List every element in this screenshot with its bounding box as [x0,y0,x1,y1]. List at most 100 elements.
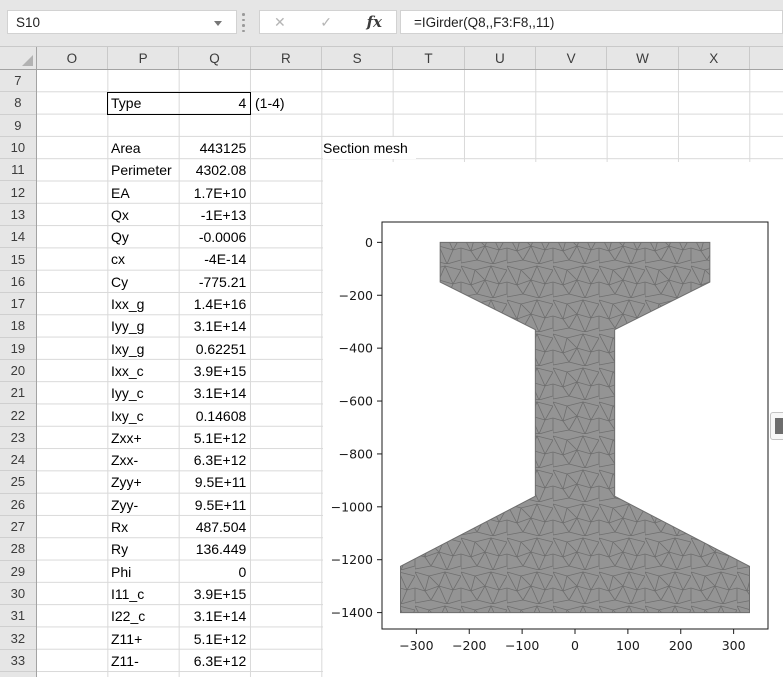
cell-P14-label[interactable]: Qy [111,226,177,248]
cell-P18-label[interactable]: Iyy_g [111,315,177,337]
cell-Q31-value[interactable]: 3.1E+14 [179,605,247,627]
column-header-P[interactable]: P [108,47,180,69]
cell-R8-note[interactable]: (1-4) [255,92,285,114]
chart-side-handle[interactable] [770,412,783,440]
cell-P11-label[interactable]: Perimeter [111,159,177,181]
cell-P26-label[interactable]: Zyy- [111,494,177,516]
cell-P28-label[interactable]: Ry [111,538,177,560]
column-header-S[interactable]: S [322,47,394,69]
cell-Q27-value[interactable]: 487.504 [179,516,247,538]
row-header-9[interactable]: 9 [0,115,36,137]
column-header-T[interactable]: T [393,47,465,69]
insert-function-icon[interactable]: fx [367,13,382,31]
name-box[interactable]: S10 [7,10,237,34]
row-header-11[interactable]: 11 [0,159,36,182]
row-header-26[interactable]: 26 [0,494,36,516]
cell-Q8-value[interactable]: 4 [179,92,247,114]
cell-Q20-value[interactable]: 3.9E+15 [179,360,247,382]
cell-Q13-value[interactable]: -1E+13 [179,204,247,226]
cell-Q29-value[interactable]: 0 [179,561,247,583]
row-header-22[interactable]: 22 [0,404,36,427]
cell-Q14-value[interactable]: -0.0006 [179,226,246,248]
cell-P33-label[interactable]: Z11- [111,650,177,672]
row-header-24[interactable]: 24 [0,449,36,472]
row-header-8[interactable]: 8 [0,92,36,115]
cancel-icon[interactable]: ✕ [274,14,286,31]
column-header-Q[interactable]: Q [179,47,251,69]
cell-P17-label[interactable]: Ixx_g [111,293,177,315]
formula-input[interactable]: =IGirder(Q8,,F3:F8,,11) [400,10,783,34]
cell-P12-label[interactable]: EA [111,182,177,204]
cell-Q33-value[interactable]: 6.3E+12 [179,650,247,672]
cell-P8-label[interactable]: Type [111,92,177,114]
cell-Q22-value[interactable]: 0.14608 [179,405,247,427]
row-header-30[interactable]: 30 [0,583,36,606]
row-header-27[interactable]: 27 [0,516,36,539]
cell-P23-label[interactable]: Zxx+ [111,427,177,449]
column-header-W[interactable]: W [607,47,679,69]
row-header-21[interactable]: 21 [0,382,36,405]
column-header-V[interactable]: V [536,47,608,69]
cell-P21-label[interactable]: Iyy_c [111,382,177,404]
cell-P31-label[interactable]: I22_c [111,605,177,627]
row-header-25[interactable]: 25 [0,471,36,494]
column-header-R[interactable]: R [251,47,322,69]
row-header-32[interactable]: 32 [0,627,36,650]
row-header-29[interactable]: 29 [0,561,36,583]
row-header-33[interactable]: 33 [0,650,36,673]
row-header-19[interactable]: 19 [0,338,36,360]
column-header-partial[interactable] [750,47,783,69]
row-header-20[interactable]: 20 [0,360,36,383]
cell-Q19-value[interactable]: 0.62251 [179,338,247,360]
cell-Q32-value[interactable]: 5.1E+12 [179,628,247,650]
cell-P25-label[interactable]: Zyy+ [111,471,177,493]
cell-Q11-value[interactable]: 4302.08 [179,159,247,181]
column-header-U[interactable]: U [465,47,536,69]
cell-Q17-value[interactable]: 1.4E+16 [179,293,247,315]
chart-side-handle-thumb[interactable] [775,418,783,434]
cell-Q24-value[interactable]: 6.3E+12 [179,449,247,471]
cell-P34-label[interactable]: Z22+ [111,672,177,677]
cell-Q18-value[interactable]: 3.1E+14 [179,315,247,337]
row-header-23[interactable]: 23 [0,427,36,450]
enter-icon[interactable]: ✓ [320,14,332,31]
cell-P15-label[interactable]: cx [111,248,177,270]
cell-P19-label[interactable]: Ixy_g [111,338,177,360]
cell-Q12-value[interactable]: 1.7E+10 [179,182,247,204]
row-header-31[interactable]: 31 [0,605,36,628]
cell-Q23-value[interactable]: 5.1E+12 [179,427,247,449]
cell-Q25-value[interactable]: 9.5E+11 [179,471,247,493]
cell-P30-label[interactable]: I11_c [111,583,177,605]
row-header-15[interactable]: 15 [0,248,36,271]
cell-P10-label[interactable]: Area [111,137,177,159]
row-header-28[interactable]: 28 [0,538,36,561]
cell-P27-label[interactable]: Rx [111,516,177,538]
cell-Q34-value[interactable]: 9.5E+11 [179,672,247,677]
column-header-X[interactable]: X [679,47,750,69]
cell-P32-label[interactable]: Z11+ [111,628,177,650]
cell-Q26-value[interactable]: 9.5E+11 [179,494,247,516]
row-header-34[interactable]: 34 [0,672,36,677]
select-all-button[interactable] [0,47,37,70]
cell-Q28-value[interactable]: 136.449 [179,538,247,560]
row-header-10[interactable]: 10 [0,137,36,160]
row-header-18[interactable]: 18 [0,315,36,338]
row-header-14[interactable]: 14 [0,226,36,249]
row-header-13[interactable]: 13 [0,204,36,227]
cell-P29-label[interactable]: Phi [111,561,177,583]
row-header-17[interactable]: 17 [0,293,36,316]
row-header-16[interactable]: 16 [0,271,36,293]
cell-Q15-value[interactable]: -4E-14 [179,248,246,270]
cell-Q16-value[interactable]: -775.21 [179,271,246,293]
cell-P22-label[interactable]: Ixy_c [111,405,177,427]
cell-P24-label[interactable]: Zxx- [111,449,177,471]
cell-P13-label[interactable]: Qx [111,204,177,226]
name-box-dropdown-icon[interactable] [214,21,222,26]
cell-Q10-value[interactable]: 443125 [179,137,247,159]
row-header-12[interactable]: 12 [0,181,36,204]
cell-P16-label[interactable]: Cy [111,271,177,293]
row-header-7[interactable]: 7 [0,70,36,93]
column-header-O[interactable]: O [37,47,109,69]
cell-S10-note[interactable]: Section mesh [323,136,416,160]
cell-P20-label[interactable]: Ixx_c [111,360,177,382]
